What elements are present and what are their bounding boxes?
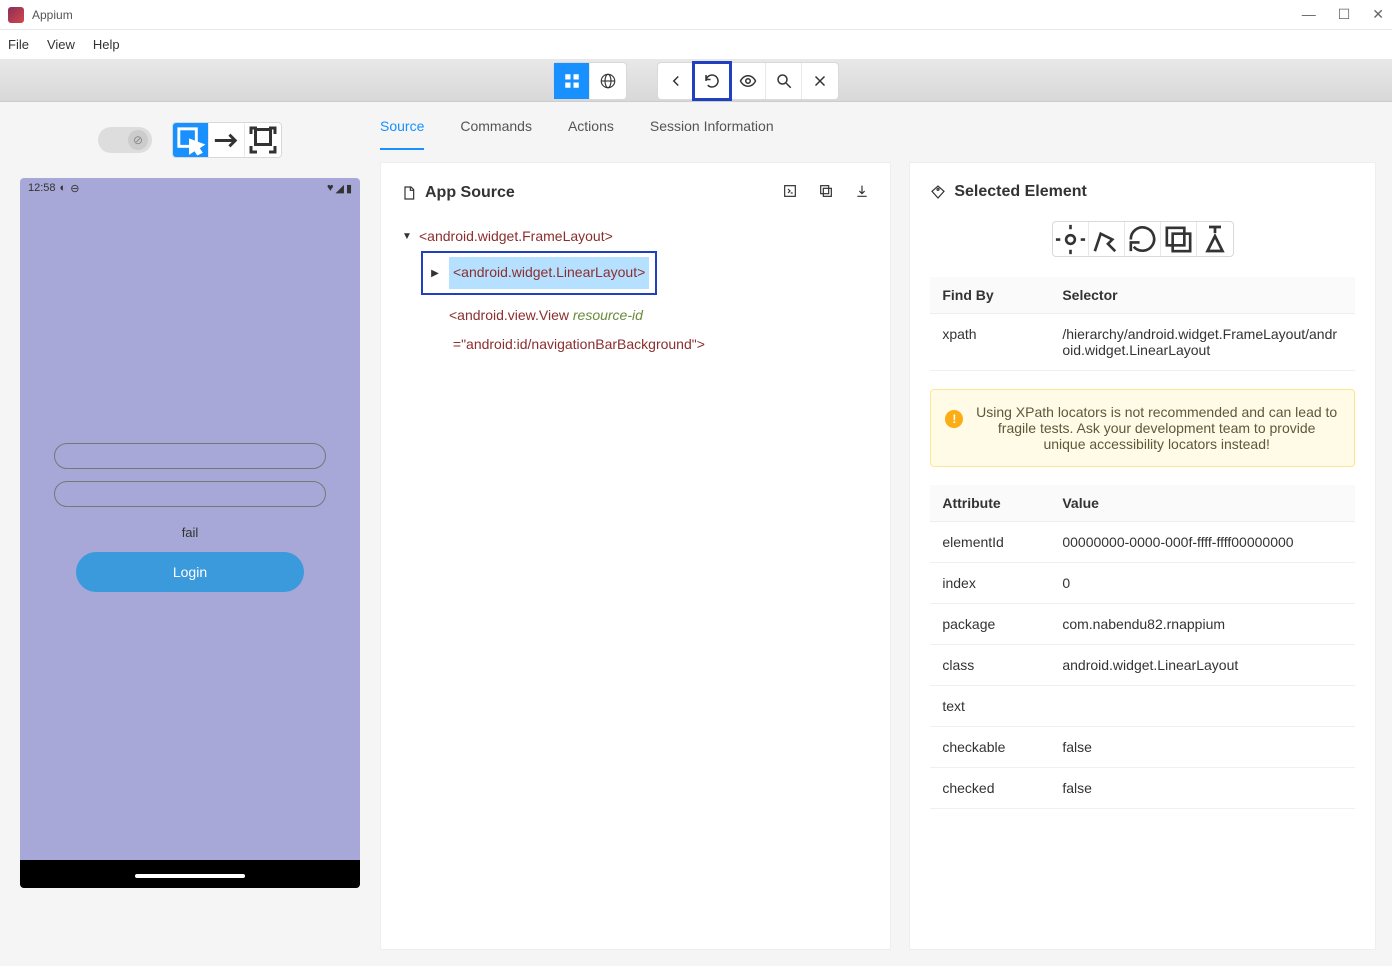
value-cell: 0 (1050, 563, 1355, 604)
attribute-cell: checkable (930, 727, 1050, 768)
attribute-cell: index (930, 563, 1050, 604)
findby-header: Find By (930, 277, 1050, 314)
titlebar: Appium — ☐ ✕ (0, 0, 1392, 30)
copy-xml-button[interactable] (818, 183, 834, 202)
table-row: index0 (930, 563, 1355, 604)
get-timing-button[interactable] (1197, 222, 1233, 256)
table-row: elementId00000000-0000-000f-ffff-ffff000… (930, 522, 1355, 563)
tab-actions[interactable]: Actions (568, 118, 614, 150)
device-status-bar: 12:58 ◐ ⊖ ♥ ◢ ▮ (20, 178, 360, 198)
device-nav-bar (20, 860, 360, 888)
tree-node-view[interactable]: <android.view.View resource-id ="android… (449, 307, 705, 352)
window-title: Appium (32, 8, 1302, 22)
attribute-cell: checked (930, 768, 1050, 809)
findby-table: Find By Selector xpath /hierarchy/androi… (930, 277, 1355, 371)
copy-attributes-button[interactable] (1161, 222, 1197, 256)
select-mode-button[interactable] (173, 123, 209, 157)
tree-node-framelayout[interactable]: <android.widget.FrameLayout> (419, 222, 613, 251)
login-button[interactable]: Login (76, 552, 304, 592)
table-row: classandroid.widget.LinearLayout (930, 645, 1355, 686)
xpath-warning: Using XPath locators is not recommended … (930, 389, 1355, 467)
tab-commands[interactable]: Commands (460, 118, 532, 150)
top-toolbar (0, 60, 1392, 102)
value-cell: com.nabendu82.rnappium (1050, 604, 1355, 645)
selector-cell[interactable]: /hierarchy/android.widget.FrameLayout/an… (1050, 314, 1355, 371)
refresh-button[interactable] (694, 63, 730, 99)
status-icon-2: ⊖ (70, 182, 79, 195)
file-icon (401, 185, 417, 201)
value-cell: 00000000-0000-000f-ffff-ffff00000000 (1050, 522, 1355, 563)
tree-caret-0[interactable]: ▼ (401, 226, 413, 247)
menu-file[interactable]: File (8, 37, 29, 52)
tap-mode-button[interactable] (245, 123, 281, 157)
device-screenshot[interactable]: 12:58 ◐ ⊖ ♥ ◢ ▮ fail Login (20, 178, 360, 888)
native-mode-button[interactable] (554, 63, 590, 99)
battery-icon: ▮ (346, 182, 352, 195)
download-xml-button[interactable] (854, 183, 870, 202)
close-button[interactable]: ✕ (1372, 6, 1384, 23)
swipe-mode-button[interactable] (209, 123, 245, 157)
tap-element-button[interactable] (1053, 222, 1089, 256)
table-row: checkablefalse (930, 727, 1355, 768)
value-cell: false (1050, 727, 1355, 768)
selected-panel-title: Selected Element (954, 183, 1087, 201)
menubar: File View Help (0, 30, 1392, 60)
attribute-cell: package (930, 604, 1050, 645)
tag-icon (930, 184, 946, 200)
fail-text: fail (182, 525, 199, 540)
inspector-tabs: Source Commands Actions Session Informat… (380, 102, 1376, 150)
table-row: checkedfalse (930, 768, 1355, 809)
minimize-button[interactable]: — (1302, 6, 1316, 23)
maximize-button[interactable]: ☐ (1338, 6, 1351, 23)
selected-element-panel: Selected Element Find By (909, 162, 1376, 950)
device-time: 12:58 (28, 182, 56, 194)
menu-view[interactable]: View (47, 37, 75, 52)
device-panel: 12:58 ◐ ⊖ ♥ ◢ ▮ fail Login (0, 102, 380, 966)
source-panel: App Source ▼ <android.widget.FrameLayout… (380, 162, 891, 950)
attribute-cell: class (930, 645, 1050, 686)
value-cell: false (1050, 768, 1355, 809)
password-input[interactable] (54, 481, 326, 507)
attribute-header: Attribute (930, 485, 1050, 522)
attribute-cell: elementId (930, 522, 1050, 563)
send-keys-button[interactable] (1089, 222, 1125, 256)
findby-cell: xpath (930, 314, 1050, 371)
recording-button[interactable] (730, 63, 766, 99)
search-button[interactable] (766, 63, 802, 99)
value-cell: android.widget.LinearLayout (1050, 645, 1355, 686)
tab-source[interactable]: Source (380, 118, 424, 150)
source-panel-title: App Source (425, 184, 515, 202)
clear-element-button[interactable] (1125, 222, 1161, 256)
status-icon-1: ◐ (60, 182, 67, 194)
tree-caret-1[interactable]: ▶ (429, 263, 441, 284)
mjpeg-toggle[interactable] (98, 127, 152, 153)
app-logo (8, 7, 24, 23)
signal-icon: ◢ (335, 182, 343, 195)
username-input[interactable] (54, 443, 326, 469)
back-button[interactable] (658, 63, 694, 99)
tree-node-linearlayout[interactable]: <android.widget.LinearLayout> (449, 257, 649, 288)
attributes-table: Attribute Value elementId00000000-0000-0… (930, 485, 1355, 809)
menu-help[interactable]: Help (93, 37, 120, 52)
table-row: packagecom.nabendu82.rnappium (930, 604, 1355, 645)
wifi-icon: ♥ (327, 182, 334, 194)
quit-session-button[interactable] (802, 63, 838, 99)
attribute-cell: text (930, 686, 1050, 727)
value-cell (1050, 686, 1355, 727)
source-tree: ▼ <android.widget.FrameLayout> ▶ <androi… (401, 222, 870, 360)
web-mode-button[interactable] (590, 63, 626, 99)
table-row: xpath /hierarchy/android.widget.FrameLay… (930, 314, 1355, 371)
selector-header: Selector (1050, 277, 1355, 314)
toggle-attrs-button[interactable] (782, 183, 798, 202)
value-header: Value (1050, 485, 1355, 522)
tab-session-info[interactable]: Session Information (650, 118, 774, 150)
table-row: text (930, 686, 1355, 727)
